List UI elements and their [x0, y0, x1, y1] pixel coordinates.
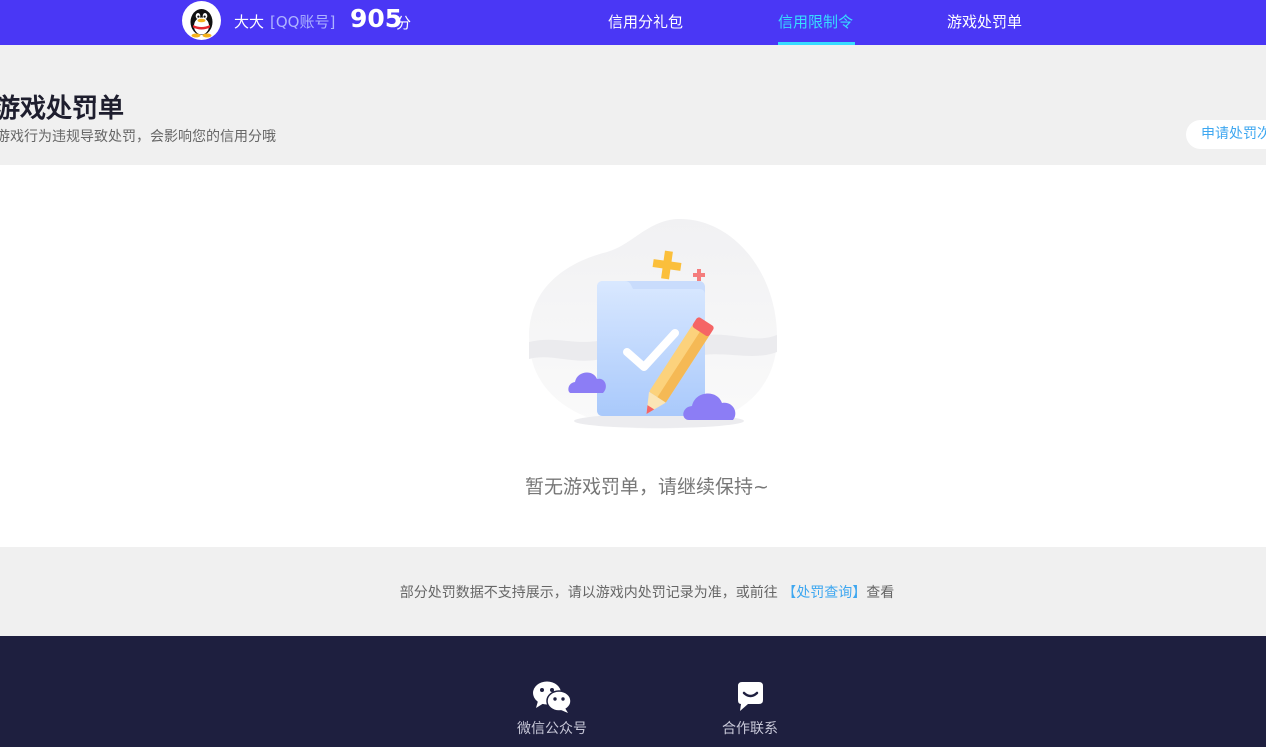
credit-score: 905: [350, 4, 403, 33]
top-header: 大大 [QQ账号] 905 分 信用分礼包 信用限制令 游戏处罚单: [0, 0, 1266, 45]
footer-contact[interactable]: 合作联系: [695, 680, 805, 738]
page-title: 游戏处罚单: [0, 94, 125, 124]
credit-score-unit: 分: [396, 14, 412, 32]
penalty-list-card: 暂无游戏罚单，请继续保持~: [0, 165, 1266, 547]
user-name: 大大: [234, 13, 265, 31]
apply-penalty-button[interactable]: 申请处罚次: [1186, 120, 1266, 149]
nav-credit-gift[interactable]: 信用分礼包: [608, 11, 683, 32]
qq-penguin-icon: [190, 9, 213, 38]
penalty-data-notice: 部分处罚数据不支持展示，请以游戏内处罚记录为准，或前往 【处罚查询】查看: [0, 582, 1266, 602]
nav-credit-restriction[interactable]: 信用限制令: [778, 11, 853, 32]
footer-wechat-label: 微信公众号: [517, 721, 587, 737]
empty-state-illustration: [529, 218, 777, 429]
footer: 微信公众号 合作联系: [0, 636, 1266, 747]
empty-state-message: 暂无游戏罚单，请继续保持~: [525, 476, 769, 498]
chat-icon: [738, 682, 763, 711]
footer-wechat[interactable]: 微信公众号: [497, 680, 607, 738]
penalty-query-link[interactable]: 【处罚查询】: [782, 585, 866, 601]
active-nav-indicator: [778, 42, 855, 45]
page-subtitle: 游戏行为违规导致处罚，会影响您的信用分哦: [0, 129, 276, 145]
wechat-icon: [533, 681, 572, 713]
avatar[interactable]: [182, 1, 221, 40]
notice-text: 部分处罚数据不支持展示，请以游戏内处罚记录为准，或前往: [399, 585, 778, 601]
notice-suffix: 查看: [866, 585, 895, 601]
footer-contact-label: 合作联系: [722, 721, 778, 737]
nav-game-penalty[interactable]: 游戏处罚单: [947, 11, 1022, 32]
account-type-label: [QQ账号]: [270, 13, 336, 31]
